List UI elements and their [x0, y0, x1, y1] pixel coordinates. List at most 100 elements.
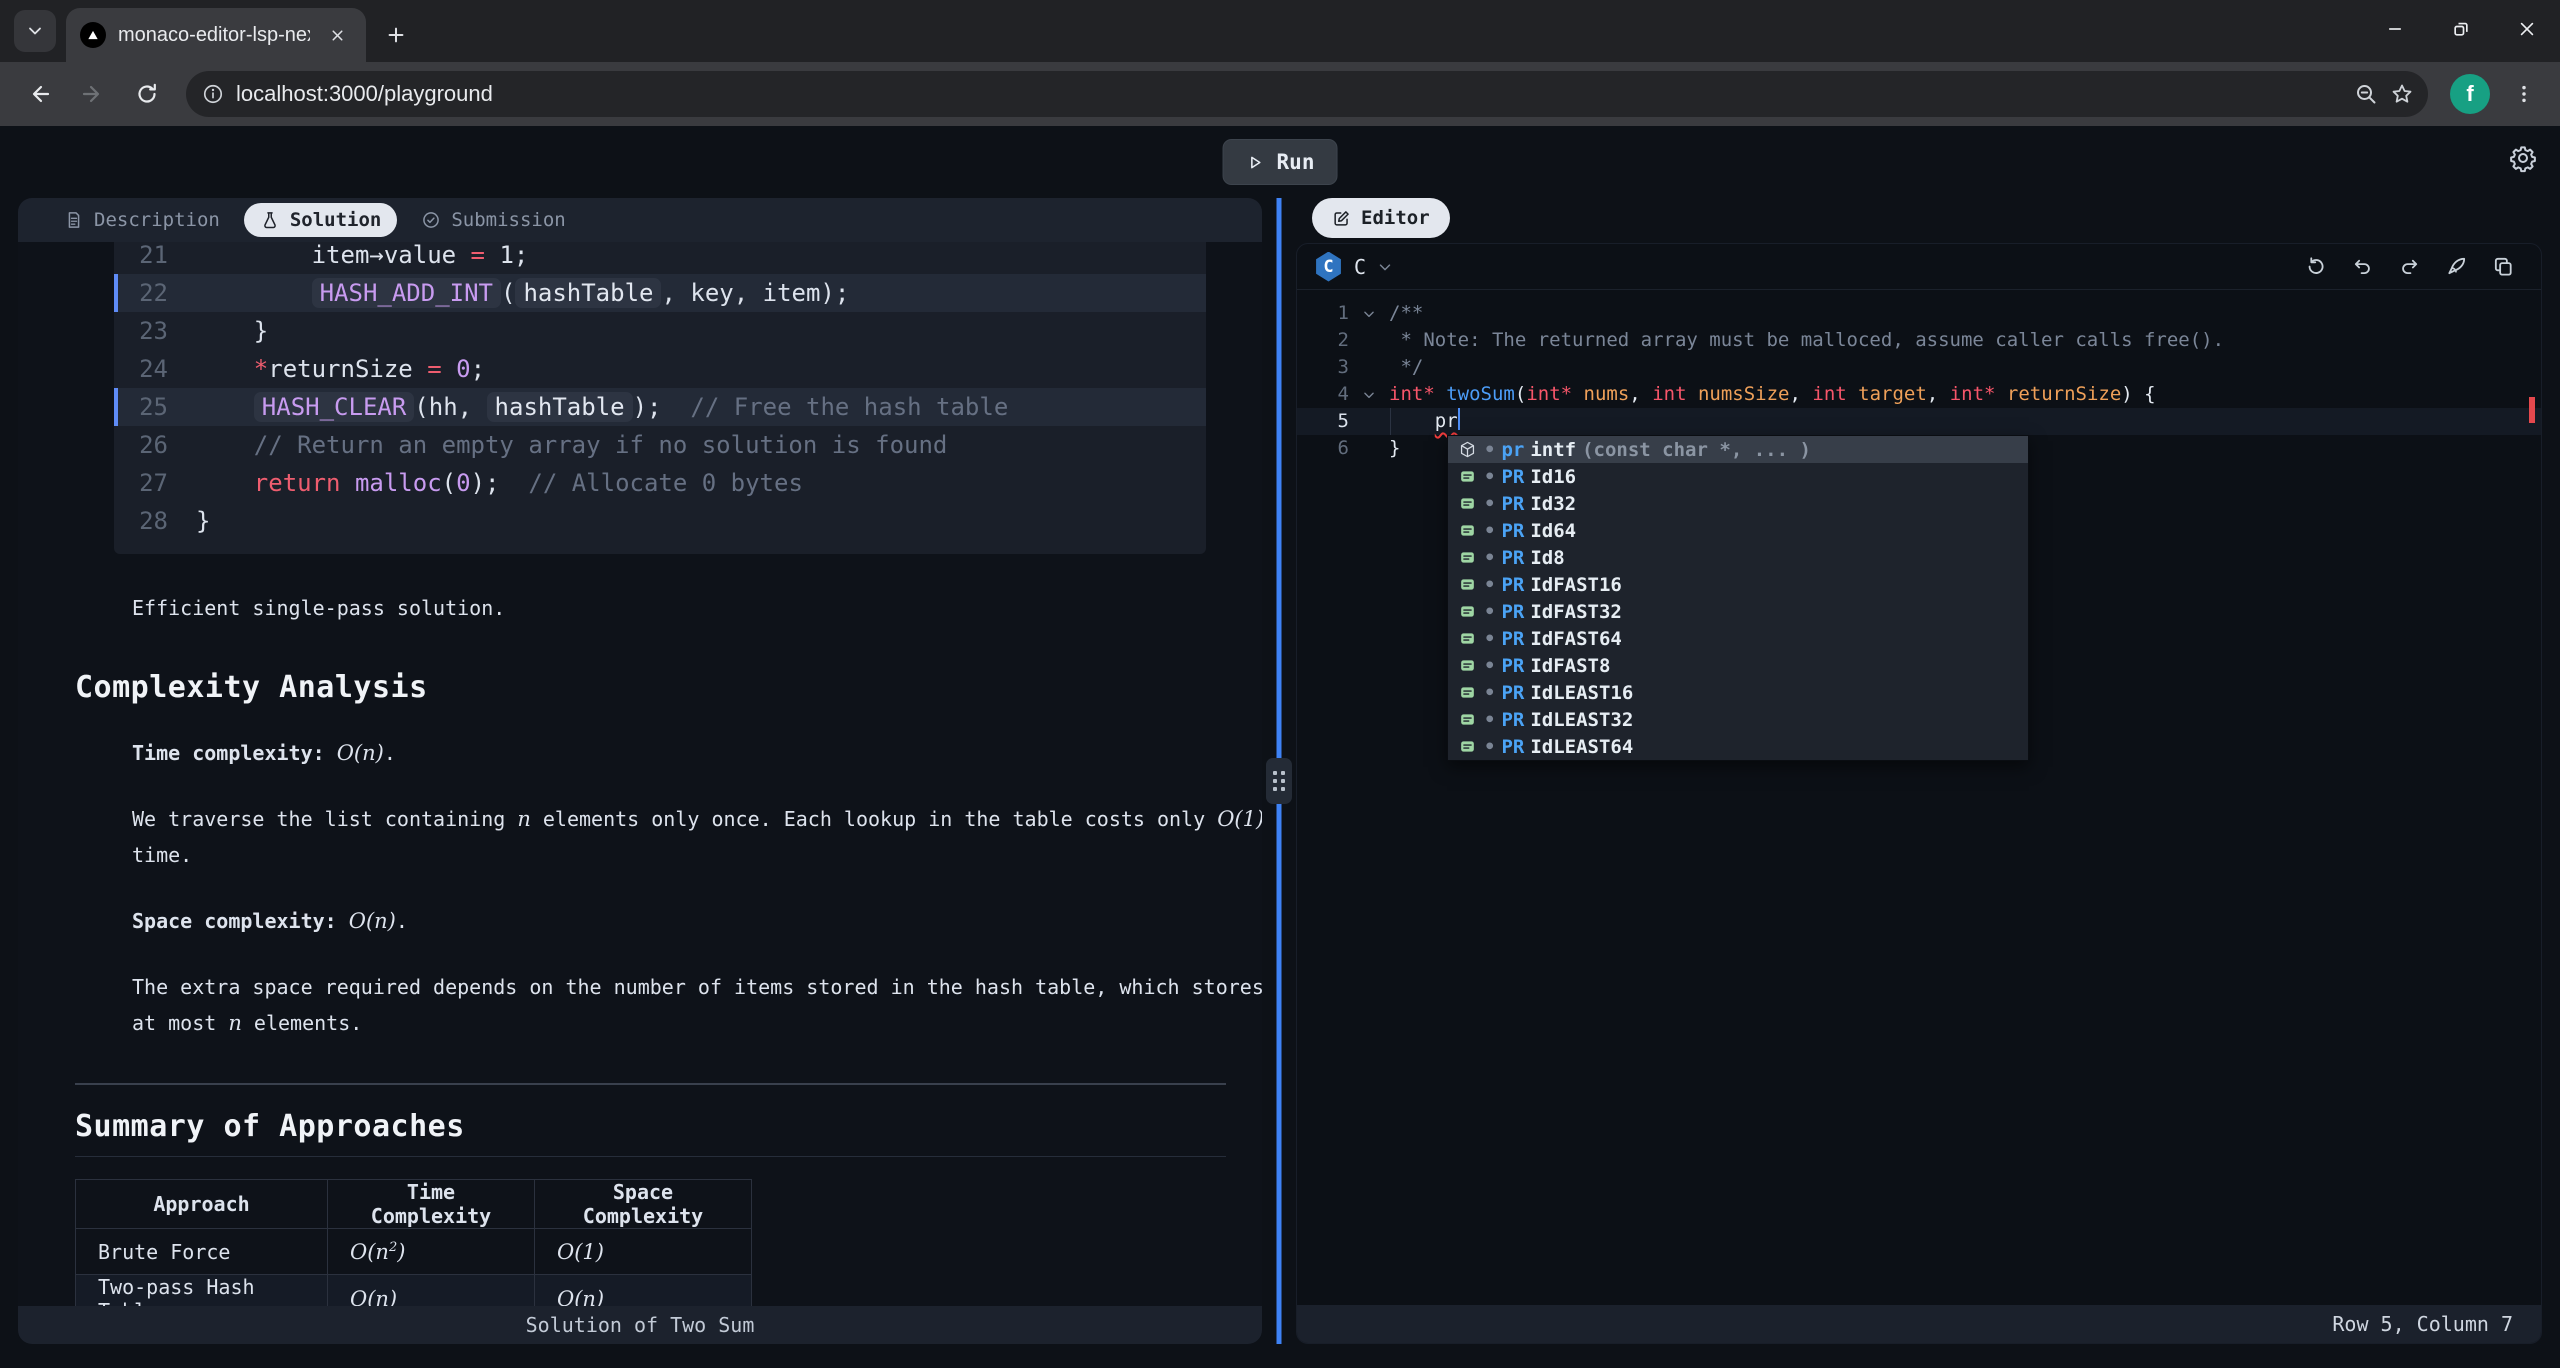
cursor-position: Row 5, Column 7 [2332, 1312, 2513, 1336]
math-inline: O(n) [349, 909, 396, 933]
solution-note: Efficient single-pass solution. [132, 590, 1262, 626]
minimize-button[interactable] [2362, 0, 2428, 58]
suggestion-item[interactable]: •PRIdFAST32 [1448, 598, 2028, 625]
editor-line: 1 /** [1297, 300, 2541, 327]
math-inline: n [517, 807, 531, 831]
language-label: C [1354, 255, 1366, 279]
divider-grip-handle[interactable] [1266, 758, 1292, 804]
browser-toolbar: localhost:3000/playground f [0, 62, 2560, 126]
function-kind-icon [1456, 440, 1478, 459]
undo-icon[interactable] [2351, 255, 2374, 278]
back-button[interactable] [16, 71, 62, 117]
check-circle-icon [421, 210, 441, 230]
space-cell: O(1) [535, 1229, 752, 1275]
suggestion-item[interactable]: •PRIdFAST8 [1448, 652, 2028, 679]
site-info-icon[interactable] [202, 83, 224, 105]
suggestion-item[interactable]: •PRId8 [1448, 544, 2028, 571]
problem-tabs: Description Solution Submission [18, 198, 1262, 242]
playground-page: Run Description Solution Submission [0, 126, 2560, 1368]
time-complexity-detail: We traverse the list containing n elemen… [132, 801, 1262, 873]
text-kind-icon [1456, 602, 1478, 621]
column-header: Time Complexity [328, 1180, 535, 1229]
space-complexity-text: Space complexity: O(n). [132, 903, 1262, 939]
fold-chevron-icon[interactable] [1349, 300, 1389, 327]
browser-tab[interactable]: monaco-editor-lsp-next [66, 8, 366, 62]
suggestion-item[interactable]: •PRIdFAST64 [1448, 625, 2028, 652]
tab-submission[interactable]: Submission [405, 203, 581, 237]
text-kind-icon [1456, 710, 1478, 729]
editor-toolbar: C C [1297, 244, 2541, 290]
editor-line: 2 * Note: The returned array must be mal… [1297, 327, 2541, 354]
format-code-icon[interactable] [2445, 255, 2468, 278]
copy-code-icon[interactable] [2492, 255, 2515, 278]
text-kind-icon [1456, 548, 1478, 567]
chevron-down-icon [25, 21, 45, 41]
url-text: localhost:3000/playground [236, 81, 2342, 107]
url-bar[interactable]: localhost:3000/playground [186, 71, 2428, 117]
panel-resize-divider[interactable] [1262, 198, 1296, 1344]
tab-search-button[interactable] [14, 10, 56, 52]
suggestion-item[interactable]: •PRIdLEAST32 [1448, 706, 2028, 733]
new-tab-button[interactable] [374, 13, 418, 57]
complexity-heading: Complexity Analysis [75, 670, 1226, 705]
fold-chevron-icon[interactable] [1349, 381, 1389, 408]
problem-footer: Solution of Two Sum [18, 1306, 1262, 1344]
summary-heading: Summary of Approaches [75, 1109, 1226, 1157]
math-inline: O(1) [1217, 807, 1262, 831]
tab-close-icon[interactable] [322, 20, 352, 50]
suggestion-item[interactable]: •PRId32 [1448, 490, 2028, 517]
code-line: 24 *returnSize = 0; [114, 350, 1206, 388]
split-panels: Description Solution Submission 21 item→… [0, 198, 2560, 1344]
suggestion-item[interactable]: •PRId16 [1448, 463, 2028, 490]
code-token: 1; [485, 242, 528, 269]
browser-tab-bar: monaco-editor-lsp-next [0, 0, 2560, 62]
play-icon [1246, 153, 1265, 172]
editor-tab-row: Editor [1296, 198, 2542, 243]
suggestion-item[interactable]: •PRId64 [1448, 517, 2028, 544]
code-token: * Note: The returned array must be mallo… [1389, 327, 2224, 354]
nextjs-favicon-icon [80, 22, 106, 48]
text-kind-icon [1456, 521, 1478, 540]
approach-cell: Two-pass Hash Table [76, 1275, 328, 1307]
forward-button[interactable] [70, 71, 116, 117]
text-kind-icon [1456, 629, 1478, 648]
profile-avatar[interactable]: f [2450, 74, 2490, 114]
run-button[interactable]: Run [1223, 139, 1338, 185]
close-window-button[interactable] [2494, 0, 2560, 58]
autocomplete-popup: •printf(const char *, ... ) •PRId16 •PRI… [1447, 435, 2029, 761]
reset-code-icon[interactable] [2304, 255, 2327, 278]
tab-title: monaco-editor-lsp-next [118, 24, 310, 47]
editor-status-bar: Row 5, Column 7 [1297, 1305, 2541, 1343]
suggestion-item[interactable]: •PRIdLEAST64 [1448, 733, 2028, 760]
redo-icon[interactable] [2398, 255, 2421, 278]
reload-button[interactable] [124, 71, 170, 117]
zoom-out-icon[interactable] [2354, 82, 2378, 106]
code-token: = [471, 242, 485, 269]
code-token: /** [1389, 300, 1423, 327]
solution-content[interactable]: 21 item→value = 1; 22 HASH_ADD_INT(hashT… [18, 242, 1262, 1306]
tab-description[interactable]: Description [48, 203, 236, 237]
editor-code-area[interactable]: 1 /** 2 * Note: The returned array must … [1297, 290, 2541, 1305]
restore-button[interactable] [2428, 0, 2494, 58]
editor-panel: Editor C C [1296, 198, 2542, 1344]
suggestion-item[interactable]: •printf(const char *, ... ) [1448, 436, 2028, 463]
column-header: Approach [76, 1180, 328, 1229]
time-cell: O(n) [328, 1275, 535, 1307]
table-row: Brute Force O(n2) O(1) [76, 1229, 752, 1275]
tab-editor[interactable]: Editor [1312, 198, 1450, 238]
tab-solution[interactable]: Solution [244, 203, 398, 237]
settings-gear-icon[interactable] [2508, 143, 2538, 173]
suggestion-item[interactable]: •PRIdLEAST16 [1448, 679, 2028, 706]
bookmark-star-icon[interactable] [2390, 82, 2414, 106]
editor-line: 3 */ [1297, 354, 2541, 381]
browser-menu-icon[interactable] [2504, 72, 2544, 116]
code-token: HASH_ADD_INT [312, 278, 501, 308]
time-complexity-text: Time complexity: O(n). [132, 735, 1262, 771]
time-cell: O(n2) [328, 1229, 535, 1275]
code-line: 27 return malloc(0); // Allocate 0 bytes [114, 464, 1206, 502]
suggestion-item[interactable]: •PRIdFAST16 [1448, 571, 2028, 598]
math-inline: O(n) [337, 741, 384, 765]
solution-code-block: 21 item→value = 1; 22 HASH_ADD_INT(hashT… [114, 242, 1206, 554]
language-selector-chevron-icon[interactable] [1376, 258, 1394, 276]
edit-pencil-icon [1332, 209, 1351, 228]
